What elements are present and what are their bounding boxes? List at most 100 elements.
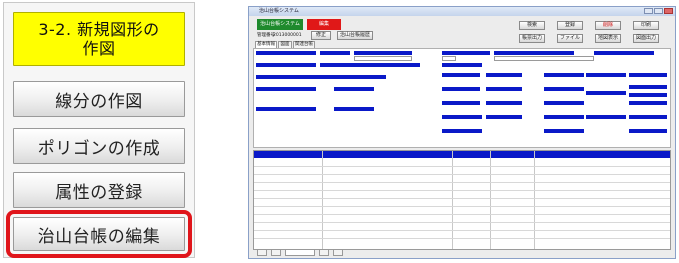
menu-item-draw-line-label: 線分の作図 [55,91,143,112]
field-label [629,85,667,89]
field-label [586,115,626,119]
field-label [629,129,667,133]
field-label [320,51,350,55]
field-label [486,87,522,91]
toolbar-register-button[interactable]: 登録 [557,21,583,30]
toolbar-register-label: 登録 [564,22,575,28]
field-label [544,115,584,119]
field-label [256,87,316,91]
field-label [442,115,482,119]
edit-button-label: 修正 [315,32,326,38]
field-label [334,87,374,91]
toolbar-print-button[interactable]: 印刷 [633,21,659,30]
toolbar-drawing-label: 図面出力 [635,35,656,41]
toolbar-print-label: 印刷 [640,22,651,28]
maximize-icon[interactable] [654,8,663,14]
toolbar-delete-label: 削除 [602,22,613,28]
menu-item-register-attributes[interactable]: 属性の登録 [13,172,185,208]
menu-item-new-figure-line2: 作図 [82,39,116,58]
field-label [486,115,522,119]
field-label [544,129,584,133]
tab-related-ledger[interactable]: 関連台帳 [293,41,315,48]
menu-item-edit-ledger-label: 治山台帳の編集 [37,226,161,247]
close-icon[interactable] [664,8,673,14]
field-label [256,107,316,111]
field-label [586,73,626,77]
toolbar-report-button[interactable]: 帳票出力 [519,34,545,43]
field-label [442,73,480,77]
first-page-button[interactable] [257,249,267,256]
menu-item-create-polygon-label: ポリゴンの作成 [37,138,161,159]
field-label [486,73,522,77]
record-number-value: 2013000001 [273,33,302,38]
grid-header [254,151,670,158]
toolbar-search-label: 検索 [526,22,537,28]
last-page-button[interactable] [333,249,343,256]
tab-basic-info-label: 基本情報 [257,42,275,47]
ledger-form [253,48,671,148]
field-label [544,73,584,77]
field-label [256,63,316,67]
system-name-label: 治山台帳システム [260,21,300,27]
form-field[interactable] [442,56,456,61]
window-title: 治山台帳システム [259,8,299,14]
field-label [354,51,412,55]
grid-row-divider [254,222,670,223]
tab-basic-info[interactable]: 基本情報 [255,41,277,48]
mode-badge: 編集 [307,19,341,30]
toolbar-drawing-button[interactable]: 図面出力 [633,34,659,43]
field-label [256,75,386,79]
field-label [442,87,480,91]
tab-related-ledger-label: 関連台帳 [295,42,313,47]
mode-label: 編集 [318,21,329,27]
ledger-data-grid[interactable] [253,150,671,250]
menu-item-new-figure-line1: 3-2. 新規図形の [38,20,160,39]
grid-row-divider [254,214,670,215]
prev-page-button[interactable] [271,249,281,256]
form-field[interactable] [354,56,412,61]
tab-drawing-label: 図面 [280,42,290,47]
field-label [629,93,667,97]
ledger-history-button[interactable]: 治山台帳履歴 [337,31,373,40]
field-label [586,91,626,95]
tutorial-menu-panel: 3-2. 新規図形の 作図 線分の作図 ポリゴンの作成 属性の登録 治山台帳の編… [3,2,195,258]
menu-item-draw-line[interactable]: 線分の作図 [13,81,185,117]
grid-row-divider [254,198,670,199]
minimize-icon[interactable] [644,8,653,14]
field-label [594,51,654,55]
grid-row-divider [254,238,670,239]
field-label [334,107,374,111]
menu-item-new-figure[interactable]: 3-2. 新規図形の 作図 [13,12,185,66]
field-label [486,101,522,105]
field-label [544,101,584,105]
toolbar-map-button[interactable]: 地図表示 [595,34,621,43]
field-label [494,51,574,55]
menu-item-edit-ledger[interactable]: 治山台帳の編集 [6,210,192,258]
form-field[interactable] [494,56,594,61]
grid-row-divider [254,230,670,231]
edit-button[interactable]: 修正 [311,31,331,40]
page-input[interactable] [285,249,315,256]
grid-footer [253,249,671,256]
toolbar-search-button[interactable]: 検索 [519,21,545,30]
toolbar-file-label: ファイル [559,35,580,41]
tab-drawing[interactable]: 図面 [278,41,292,48]
field-label [629,115,667,119]
grid-row-divider [254,206,670,207]
grid-row-divider [254,182,670,183]
field-label [544,87,584,91]
field-label [320,63,420,67]
system-name-badge: 治山台帳システム [257,19,303,30]
toolbar-file-button[interactable]: ファイル [557,34,583,43]
ledger-history-button-label: 治山台帳履歴 [339,32,370,38]
menu-item-create-polygon[interactable]: ポリゴンの作成 [13,128,185,164]
field-label [442,129,482,133]
field-label [629,101,667,105]
toolbar-map-label: 地図表示 [597,35,618,41]
toolbar-delete-button[interactable]: 削除 [595,21,621,30]
toolbar-report-label: 帳票出力 [521,35,542,41]
field-label [442,63,482,67]
menu-item-register-attributes-label: 属性の登録 [55,182,143,203]
next-page-button[interactable] [319,249,329,256]
grid-row-divider [254,190,670,191]
